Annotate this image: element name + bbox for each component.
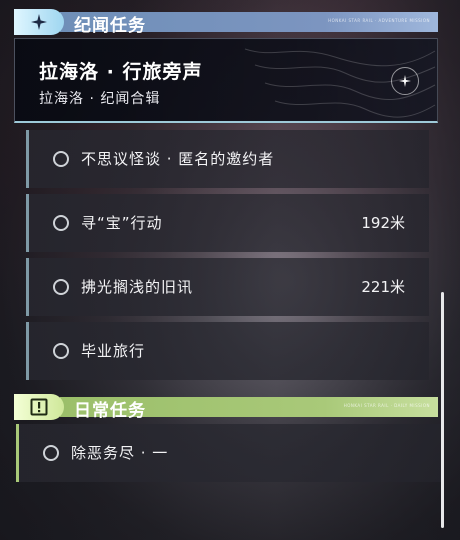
scrollbar[interactable]	[441, 292, 444, 528]
star-emblem-icon	[391, 67, 419, 95]
featured-quest-subtitle: 拉海洛 · 纪闻合辑	[39, 91, 161, 107]
quest-name: 毕业旅行	[81, 342, 146, 360]
sparkle-icon	[14, 9, 64, 35]
quest-status-circle-icon	[53, 151, 69, 167]
section-title: 纪闻任务	[74, 16, 146, 36]
quest-distance: 192米	[361, 214, 405, 232]
story-missions-header: 纪闻任务 HONKAI STAR RAIL · ADVENTURE MISSIO…	[14, 9, 438, 36]
quest-status-circle-icon	[53, 343, 69, 359]
quest-status-circle-icon	[53, 279, 69, 295]
exclamation-icon	[14, 394, 64, 420]
quest-name: 除恶务尽 · 一	[71, 444, 169, 462]
quest-status-circle-icon	[53, 215, 69, 231]
quest-row[interactable]: 不思议怪谈 · 匿名的邀约者	[26, 130, 429, 188]
header-tiny-text: HONKAI STAR RAIL · ADVENTURE MISSION	[328, 18, 430, 23]
quest-name: 不思议怪谈 · 匿名的邀约者	[81, 150, 275, 168]
featured-quest-title: 拉海洛 · 行旅旁声	[39, 61, 203, 83]
quest-row[interactable]: 寻“宝”行动 192米	[26, 194, 429, 252]
quest-distance: 221米	[361, 278, 405, 296]
quest-row[interactable]: 毕业旅行	[26, 322, 429, 380]
quest-status-circle-icon	[43, 445, 59, 461]
quest-row[interactable]: 除恶务尽 · 一	[16, 424, 441, 482]
quest-row[interactable]: 拂光搁浅的旧讯 221米	[26, 258, 429, 316]
header-tiny-text: HONKAI STAR RAIL · DAILY MISSION	[343, 403, 430, 408]
quest-name: 拂光搁浅的旧讯	[81, 278, 194, 296]
section-title: 日常任务	[74, 401, 146, 421]
featured-quest-card[interactable]: 拉海洛 · 行旅旁声 拉海洛 · 纪闻合辑	[14, 38, 438, 123]
daily-missions-header: 日常任务 HONKAI STAR RAIL · DAILY MISSION	[14, 394, 438, 421]
quest-name: 寻“宝”行动	[81, 214, 163, 232]
